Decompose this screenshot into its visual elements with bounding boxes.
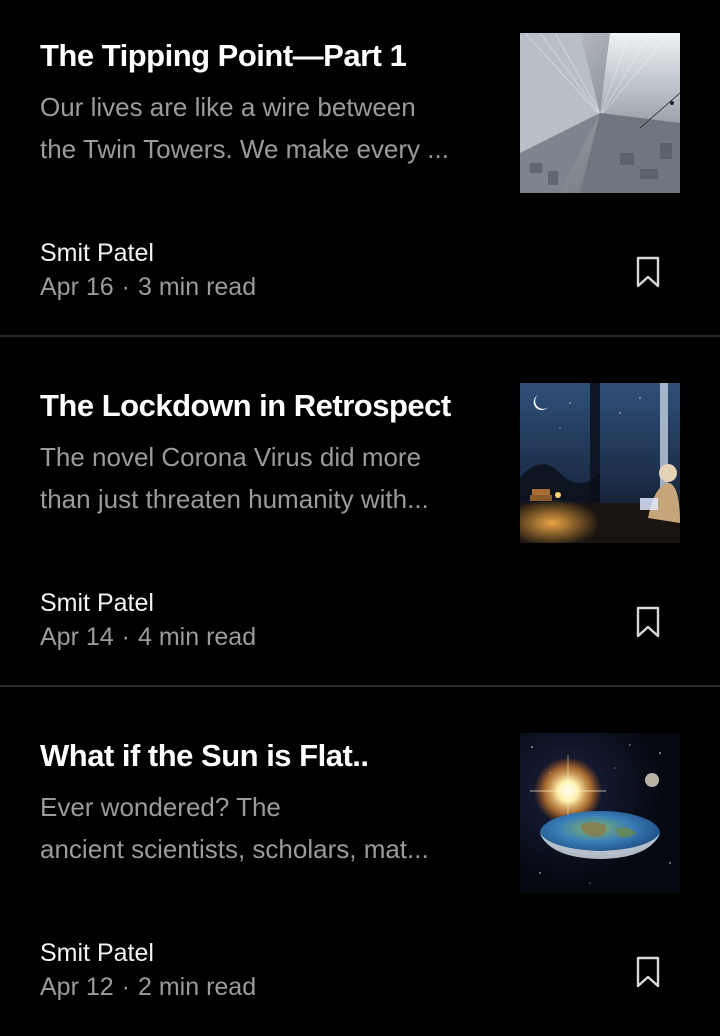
excerpt-line: The novel Corona Virus did more: [40, 442, 422, 472]
bookmark-button[interactable]: [630, 252, 666, 292]
author-name[interactable]: Smit Patel: [40, 236, 154, 270]
read-time: 4 min read: [138, 623, 257, 651]
read-time: 3 min read: [138, 273, 257, 301]
article-meta: Apr 12 · 2 min read: [40, 970, 256, 1004]
excerpt-line: the Twin Towers. We make every ...: [40, 134, 449, 164]
read-time: 2 min read: [138, 973, 257, 1001]
article-card[interactable]: What if the Sun is Flat.. Ever wondered?…: [0, 700, 720, 1036]
excerpt-line: Our lives are like a wire between: [40, 92, 416, 122]
article-card[interactable]: The Lockdown in Retrospect The novel Cor…: [0, 350, 720, 686]
child-reading-by-window-image: [520, 383, 680, 543]
bookmark-button[interactable]: [630, 602, 666, 642]
article-title[interactable]: The Tipping Point—Part 1: [40, 36, 500, 76]
article-title[interactable]: The Lockdown in Retrospect: [40, 386, 500, 426]
article-excerpt[interactable]: Our lives are like a wire between the Tw…: [40, 86, 480, 170]
article-meta: Apr 16 · 3 min read: [40, 270, 256, 304]
divider: [0, 335, 720, 337]
bookmark-icon: [636, 256, 660, 288]
excerpt-line: Ever wondered? The: [40, 792, 281, 822]
excerpt-line: than just threaten humanity with...: [40, 484, 429, 514]
meta-separator: ·: [121, 273, 130, 301]
skyscraper-aerial-image: [520, 33, 680, 193]
author-name[interactable]: Smit Patel: [40, 586, 154, 620]
publish-date: Apr 14: [40, 623, 114, 651]
bookmark-icon: [636, 606, 660, 638]
article-excerpt[interactable]: The novel Corona Virus did more than jus…: [40, 436, 480, 520]
meta-separator: ·: [121, 973, 130, 1001]
article-thumbnail[interactable]: [520, 33, 680, 193]
publish-date: Apr 16: [40, 273, 114, 301]
article-excerpt[interactable]: Ever wondered? The ancient scientists, s…: [40, 786, 480, 870]
flat-earth-space-image: [520, 733, 680, 893]
article-meta: Apr 14 · 4 min read: [40, 620, 256, 654]
article-thumbnail[interactable]: [520, 383, 680, 543]
bookmark-button[interactable]: [630, 952, 666, 992]
meta-separator: ·: [121, 623, 130, 651]
publish-date: Apr 12: [40, 973, 114, 1001]
author-name[interactable]: Smit Patel: [40, 936, 154, 970]
divider: [0, 685, 720, 687]
article-title[interactable]: What if the Sun is Flat..: [40, 736, 500, 776]
bookmark-icon: [636, 956, 660, 988]
article-thumbnail[interactable]: [520, 733, 680, 893]
article-card[interactable]: The Tipping Point—Part 1 Our lives are l…: [0, 0, 720, 336]
excerpt-line: ancient scientists, scholars, mat...: [40, 834, 429, 864]
